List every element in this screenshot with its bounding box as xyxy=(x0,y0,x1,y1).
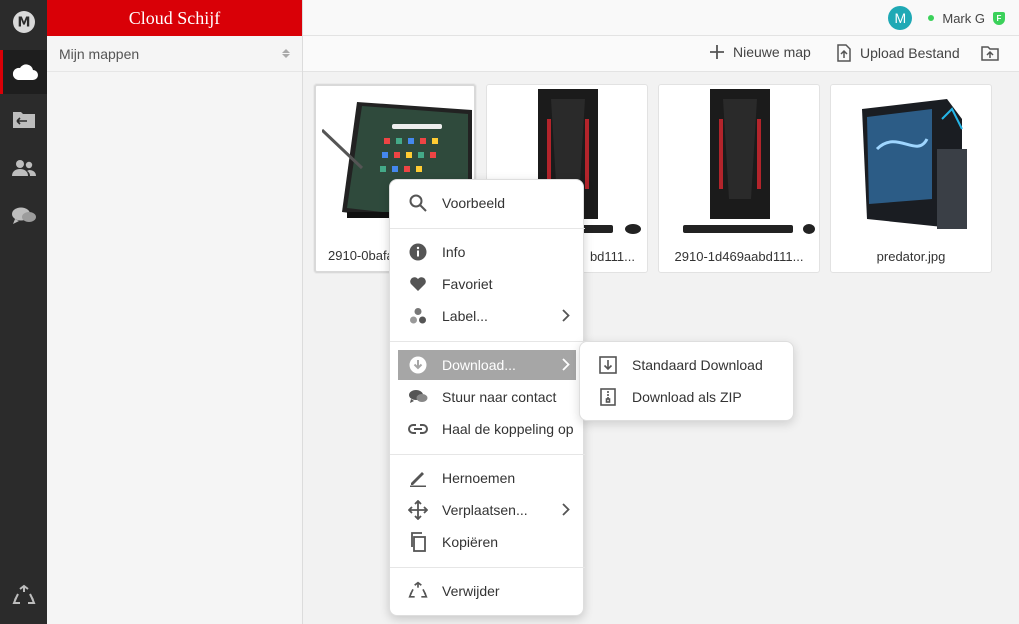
pencil-icon xyxy=(400,469,436,487)
contacts-icon[interactable] xyxy=(0,146,47,190)
download-circle-icon xyxy=(400,356,436,374)
context-menu: Voorbeeld Info Favoriet Label... Downloa… xyxy=(389,179,585,616)
menu-item-favourite[interactable]: Favoriet xyxy=(398,269,576,299)
menu-item-preview[interactable]: Voorbeeld xyxy=(398,188,576,218)
sort-icon[interactable] xyxy=(282,49,290,58)
file-thumbnail xyxy=(665,89,815,239)
menu-label: Download als ZIP xyxy=(632,389,742,405)
upload-folder-button[interactable] xyxy=(981,44,999,62)
menu-item-get-link[interactable]: Haal de koppeling op xyxy=(398,414,576,444)
download-submenu: Standaard Download Download als ZIP xyxy=(579,341,794,421)
info-icon xyxy=(400,243,436,261)
upload-file-button[interactable]: Upload Bestand xyxy=(836,44,960,62)
inbox-folder-icon[interactable] xyxy=(0,97,47,141)
chat-bubbles-icon xyxy=(400,389,436,405)
menu-item-send-to-contact[interactable]: Stuur naar contact xyxy=(398,382,576,412)
search-icon xyxy=(400,194,436,212)
file-tile[interactable]: 2910-1d469aabd111... xyxy=(658,84,820,273)
menu-item-info[interactable]: Info xyxy=(398,237,576,267)
zip-file-icon xyxy=(590,388,626,406)
rubbish-bin-icon xyxy=(400,581,436,601)
toolbar: Nieuwe map Upload Bestand xyxy=(303,36,1019,72)
menu-label: Verplaatsen... xyxy=(442,502,528,518)
file-tile[interactable]: predator.jpg xyxy=(830,84,992,273)
chevron-right-icon xyxy=(562,503,570,519)
chevron-right-icon xyxy=(562,358,570,374)
chat-icon[interactable] xyxy=(0,194,47,238)
folder-tree-label: Mijn mappen xyxy=(59,45,140,62)
file-name: 2910-1d469aabd111... xyxy=(674,249,804,264)
folder-tree-header[interactable]: Mijn mappen xyxy=(47,36,302,72)
user-menu[interactable]: M Mark G F xyxy=(888,6,1005,30)
upload-folder-icon xyxy=(981,46,999,61)
menu-divider xyxy=(390,341,585,342)
menu-label: Download... xyxy=(442,357,516,373)
cloud-drive-icon[interactable] xyxy=(0,50,47,94)
link-icon xyxy=(400,423,436,435)
menu-item-download[interactable]: Download... xyxy=(398,350,576,380)
menu-label: Standaard Download xyxy=(632,357,763,373)
topbar: M Mark G F xyxy=(303,0,1019,36)
menu-label: Verwijder xyxy=(442,583,500,599)
account-badge-icon: F xyxy=(993,11,1005,25)
chevron-right-icon xyxy=(562,309,570,325)
menu-item-move[interactable]: Verplaatsen... xyxy=(398,495,576,525)
menu-divider xyxy=(390,454,585,455)
new-folder-label: Nieuwe map xyxy=(733,44,811,60)
user-name: Mark G xyxy=(942,10,985,26)
menu-item-download-zip[interactable]: Download als ZIP xyxy=(588,382,786,412)
menu-item-delete[interactable]: Verwijder xyxy=(398,576,576,606)
rubbish-bin-icon[interactable] xyxy=(0,574,47,618)
file-name: predator.jpg xyxy=(876,249,946,264)
icon-rail: M xyxy=(0,0,47,624)
upload-file-label: Upload Bestand xyxy=(860,45,960,61)
menu-item-label[interactable]: Label... xyxy=(398,301,576,331)
menu-label: Hernoemen xyxy=(442,470,516,486)
menu-label: Favoriet xyxy=(442,276,493,292)
menu-item-standard-download[interactable]: Standaard Download xyxy=(588,350,786,380)
svg-text:M: M xyxy=(17,16,30,31)
menu-label: Voorbeeld xyxy=(442,195,506,211)
menu-label: Info xyxy=(442,244,466,260)
menu-item-rename[interactable]: Hernoemen xyxy=(398,463,576,493)
menu-divider xyxy=(390,228,585,229)
copy-icon xyxy=(400,532,436,552)
menu-label: Haal de koppeling op xyxy=(442,421,574,437)
label-dots-icon xyxy=(400,307,436,325)
file-name-suffix: bd111... xyxy=(589,249,635,264)
menu-label: Label... xyxy=(442,308,488,324)
menu-label: Stuur naar contact xyxy=(442,389,557,405)
sidebar: Cloud Schijf Mijn mappen xyxy=(47,0,303,624)
heart-icon xyxy=(400,276,436,292)
file-thumbnail xyxy=(837,89,987,239)
mega-logo-icon[interactable]: M xyxy=(0,0,47,44)
menu-item-copy[interactable]: Kopiëren xyxy=(398,527,576,557)
app-title: Cloud Schijf xyxy=(47,0,302,36)
menu-divider xyxy=(390,567,585,568)
online-status-icon xyxy=(928,15,935,21)
menu-label: Kopiëren xyxy=(442,534,499,550)
plus-icon xyxy=(710,45,724,59)
download-file-icon xyxy=(590,356,626,374)
move-arrows-icon xyxy=(400,500,436,520)
new-folder-button[interactable]: Nieuwe map xyxy=(709,44,811,60)
avatar[interactable]: M xyxy=(888,6,913,30)
upload-file-icon xyxy=(837,44,851,62)
